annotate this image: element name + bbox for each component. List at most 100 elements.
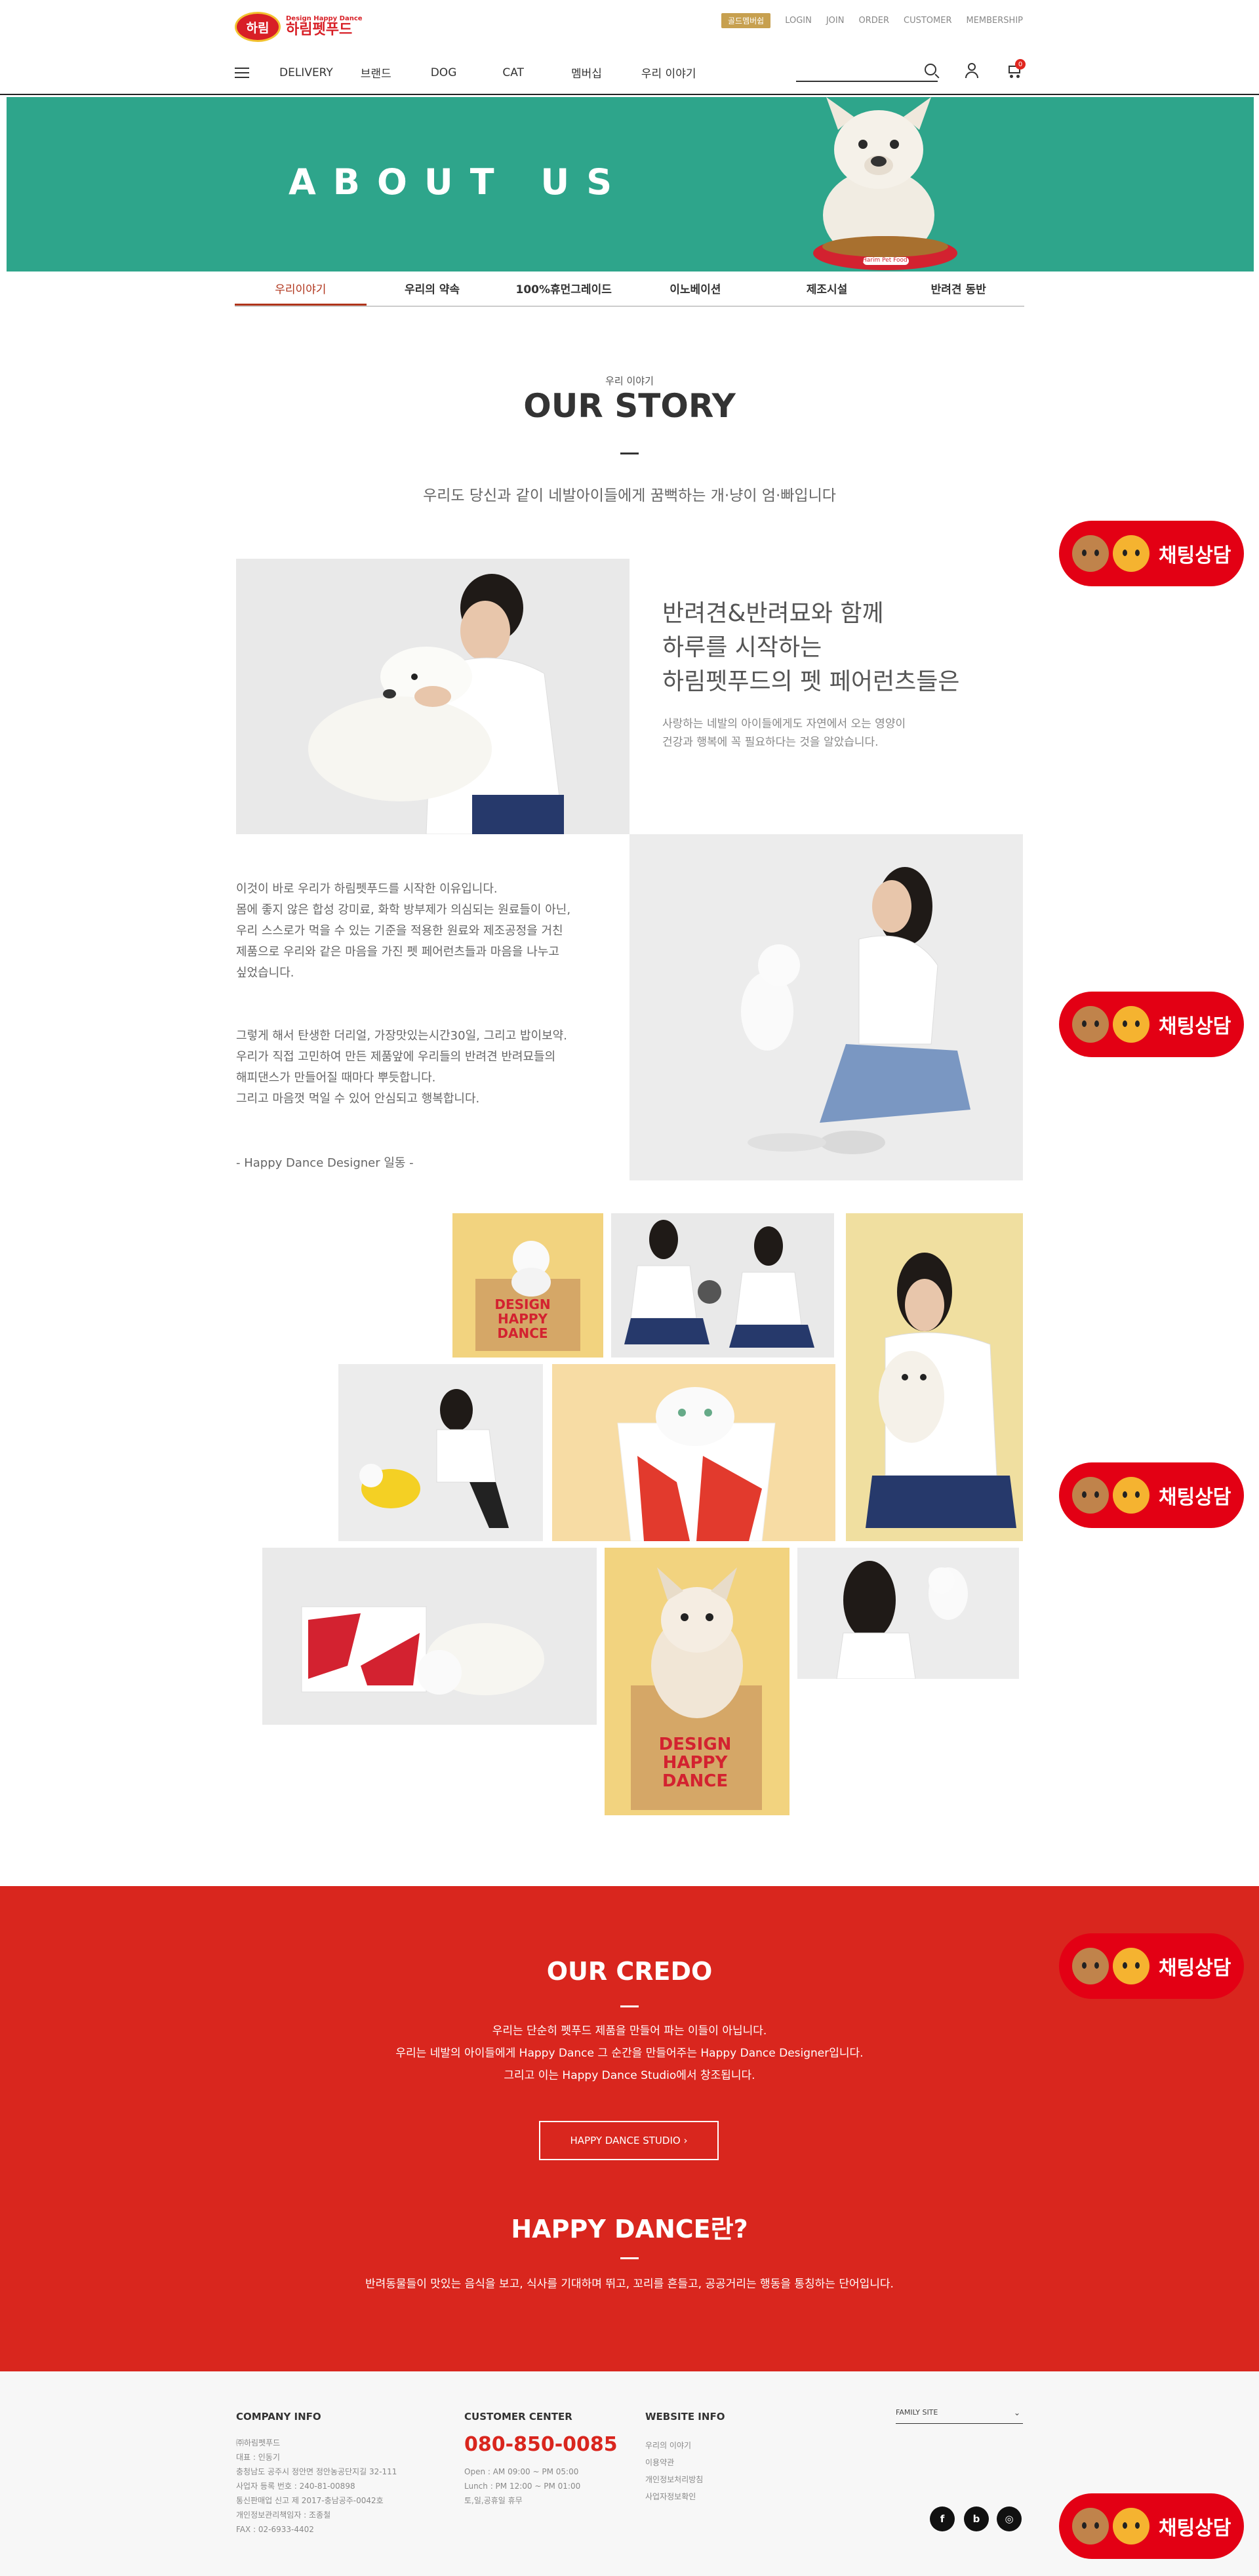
website-info-title: WEBSITE INFO: [645, 2411, 725, 2423]
tab-pet-friendly[interactable]: 반려견 동반: [892, 277, 1024, 306]
search-icon[interactable]: [925, 64, 936, 75]
nav-brand[interactable]: 브랜드: [361, 64, 391, 81]
website-link[interactable]: 우리의 이야기: [645, 2437, 703, 2454]
company-line: 충청남도 공주시 정안면 정안농공단지길 32-111: [236, 2467, 397, 2476]
tab-our-story[interactable]: 우리이야기: [235, 277, 367, 306]
story-eyebrow: 우리 이야기: [605, 375, 654, 387]
cat-icon: [1113, 1006, 1149, 1043]
cat-icon: [1113, 2508, 1149, 2545]
para-line: 우리가 직접 고민하여 만든 제품앞에 우리들의 반려견 반려묘들의: [236, 1050, 556, 1064]
join-link[interactable]: JOIN: [826, 16, 845, 26]
photo-woman-feeding-dog: [630, 834, 1023, 1180]
story-subtitle: 우리도 당신과 같이 네발아이들에게 꿈뻑하는 개·냥이 엄·빠입니다: [423, 487, 836, 504]
nav-dog[interactable]: DOG: [431, 66, 457, 79]
company-line: ㈜하림펫푸드: [236, 2438, 281, 2447]
credo-line: 그리고 이는 Happy Dance Studio에서 창조됩니다.: [504, 2069, 755, 2082]
nav-our-story[interactable]: 우리 이야기: [641, 64, 696, 81]
customer-link[interactable]: CUSTOMER: [904, 16, 951, 26]
logo-badge: 하림: [235, 12, 281, 42]
story-desc-line: 건강과 행복에 꼭 필요하다는 것을 알았습니다.: [662, 736, 879, 749]
customer-center-title: CUSTOMER CENTER: [464, 2411, 572, 2423]
login-link[interactable]: LOGIN: [785, 16, 812, 26]
story-title: OUR STORY: [523, 387, 736, 425]
order-link[interactable]: ORDER: [858, 16, 889, 26]
family-site-label: FAMILY SITE: [896, 2408, 938, 2417]
chat-consult-button[interactable]: 채팅상담: [1059, 992, 1244, 1057]
chat-consult-button[interactable]: 채팅상담: [1059, 521, 1244, 586]
photo-woman-with-dog-yellow-shirt: [338, 1364, 543, 1541]
nav-membership[interactable]: 멤버십: [571, 64, 602, 81]
para-line: 제품으로 우리와 같은 마음을 가진 펫 페어런츠들과 마음을 나누고: [236, 945, 559, 959]
title-dash: [620, 453, 639, 454]
company-line: 통신판매업 신고 제 2017-충남공주-0042호: [236, 2496, 384, 2505]
chat-consult-button[interactable]: 채팅상담: [1059, 1462, 1244, 1528]
user-icon[interactable]: [965, 63, 979, 79]
photo-cat-in-bag: [552, 1364, 835, 1541]
logo-wordmark: 하림펫푸드: [286, 22, 353, 39]
story-paragraph-1: 이것이 바로 우리가 하림펫푸드를 시작한 이유입니다. 몸에 좋지 않은 합성…: [236, 879, 570, 984]
chat-consult-button[interactable]: 채팅상담: [1059, 1933, 1244, 1999]
story-signature: - Happy Dance Designer 일동 -: [236, 1156, 414, 1170]
box-text-line: DESIGN: [494, 1297, 551, 1312]
membership-link[interactable]: MEMBERSHIP: [966, 16, 1023, 26]
hamburger-icon[interactable]: [235, 67, 249, 78]
cat-icon: [1113, 535, 1149, 572]
website-link[interactable]: 사업자정보확인: [645, 2488, 703, 2505]
box-text: DESIGN HAPPY DANCE: [487, 1297, 559, 1340]
blog-icon[interactable]: b: [964, 2506, 989, 2531]
dog-icon: [1072, 1477, 1109, 1514]
gold-membership-badge[interactable]: 골드멤버쉽: [721, 13, 771, 28]
header-divider: [0, 94, 1259, 95]
box-text-line: DESIGN: [658, 1735, 732, 1754]
hours-line: 토,일,공휴일 휴무: [464, 2496, 523, 2505]
happy-dance-studio-button[interactable]: HAPPY DANCE STUDIO ›: [539, 2121, 719, 2160]
family-site-select[interactable]: FAMILY SITE ⌄: [896, 2408, 1023, 2424]
dog-icon: [1072, 535, 1109, 572]
nav-delivery[interactable]: DELIVERY: [279, 66, 333, 79]
cat-icon: [1113, 1477, 1149, 1514]
chat-label: 채팅상담: [1159, 2517, 1231, 2540]
para-line: 싶었습니다.: [236, 966, 294, 980]
para-line: 몸에 좋지 않은 합성 강미료, 화학 방부제가 의심되는 원료들이 아닌,: [236, 903, 571, 917]
para-line: 우리 스스로가 먹을 수 있는 기준을 적용한 원료와 제조공정을 거친: [236, 924, 563, 938]
story-heading-line: 반려견&반려묘와 함께: [662, 600, 884, 627]
website-link[interactable]: 개인정보처리방침: [645, 2471, 703, 2488]
website-link[interactable]: 이용약관: [645, 2454, 703, 2471]
credo-line: 우리는 네발의 아이들에게 Happy Dance 그 순간을 만들어주는 Ha…: [395, 2047, 864, 2060]
facebook-icon[interactable]: f: [930, 2506, 955, 2531]
dog-icon: [1072, 1006, 1109, 1043]
tab-facility[interactable]: 제조시설: [761, 277, 893, 306]
tab-our-promise[interactable]: 우리의 약속: [367, 277, 498, 306]
para-line: 해피댄스가 만들어질 때마다 뿌듯합니다.: [236, 1071, 436, 1085]
logo[interactable]: 하림 Design Happy Dance 하림펫푸드: [235, 12, 363, 42]
para-line: 그리고 마음껏 먹일 수 있어 안심되고 행복합니다.: [236, 1092, 480, 1106]
chat-consult-button[interactable]: 채팅상담: [1059, 2493, 1244, 2559]
story-heading-line: 하루를 시작하는: [662, 634, 822, 661]
photo-two-women-with-dogs: [611, 1213, 834, 1358]
search-input[interactable]: [796, 62, 938, 82]
bulldog-illustration: [813, 97, 957, 270]
story-desc: 사랑하는 네발의 아이들에게도 자연에서 오는 영양이 건강과 행복에 꼭 필요…: [662, 715, 906, 752]
tab-innovation[interactable]: 이노베이션: [630, 277, 761, 306]
tab-human-grade[interactable]: 100%휴먼그레이드: [498, 277, 630, 306]
customer-hours: Open : AM 09:00 ~ PM 05:00 Lunch : PM 12…: [464, 2465, 580, 2508]
happy-dance-title: HAPPY DANCE란?: [511, 2215, 748, 2244]
customer-phone[interactable]: 080-850-0085: [464, 2433, 618, 2456]
box-text: DESIGN HAPPY DANCE: [643, 1735, 748, 1790]
hours-line: Open : AM 09:00 ~ PM 05:00: [464, 2467, 579, 2476]
box-text-line: HAPPY: [662, 1753, 728, 1773]
story-heading: 반려견&반려묘와 함께 하루를 시작하는 하림펫푸드의 펫 페어런츠들은: [662, 597, 959, 699]
box-text-line: DANCE: [662, 1771, 729, 1791]
box-text-line: DANCE: [497, 1325, 548, 1341]
chat-label: 채팅상담: [1159, 1957, 1231, 1980]
credo-line: 우리는 단순히 펫푸드 제품을 만들어 파는 이들이 아닙니다.: [492, 2024, 767, 2038]
story-heading-line: 하림펫푸드의 펫 페어런츠들은: [662, 668, 960, 695]
nav-cat[interactable]: CAT: [502, 66, 524, 79]
about-us-banner: ABOUT US Harim Pet Food: [7, 97, 1254, 272]
company-line: FAX : 02-6933-4402: [236, 2525, 314, 2534]
chat-label: 채팅상담: [1159, 544, 1231, 567]
photo-dog-with-red-box: [262, 1548, 597, 1725]
company-line: 대표 : 인동기: [236, 2453, 280, 2462]
instagram-icon[interactable]: ◎: [997, 2506, 1022, 2531]
banner-title: ABOUT US: [289, 161, 630, 203]
